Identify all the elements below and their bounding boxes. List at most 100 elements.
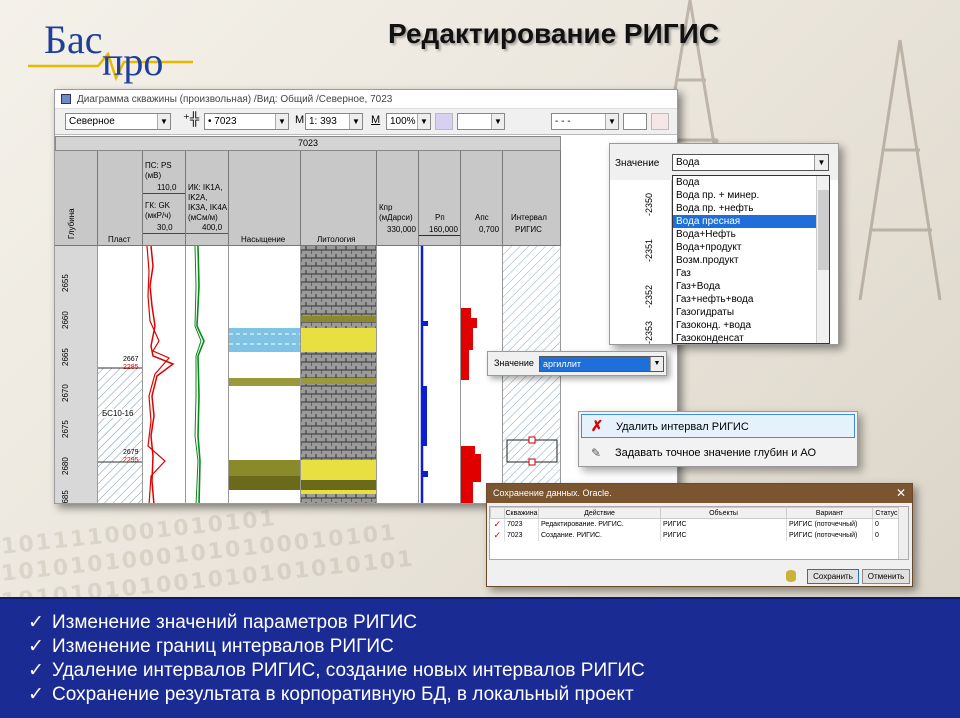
litho-value-current: аргиллит bbox=[543, 359, 581, 369]
layer-top-depth: 2667 bbox=[123, 356, 139, 363]
table-header-status[interactable]: Статус bbox=[872, 507, 901, 519]
menu-delete-rigis-interval[interactable]: ✗ Удалить интервал РИГИС bbox=[581, 414, 855, 438]
save-changes-table[interactable]: Скважина Действие Объекты Вариант Статус… bbox=[489, 506, 909, 560]
chevron-down-icon[interactable]: ▼ bbox=[814, 155, 828, 170]
option-gaz-neft-voda[interactable]: Газ+нефть+вода bbox=[673, 293, 829, 306]
option-gaz[interactable]: Газ bbox=[673, 267, 829, 280]
diagram-window-titlebar[interactable]: Диаграмма скважины (произвольная) /Вид: … bbox=[55, 90, 677, 109]
col-lithology-header[interactable]: Литология bbox=[301, 151, 377, 246]
saturation-value-dropdown-window[interactable]: Значение Вода ▼ -2350 -2351 -2352 -2353 … bbox=[609, 143, 839, 345]
bullet-text: Удаление интервалов РИГИС, создание новы… bbox=[52, 660, 645, 681]
option-voda-pr-neft[interactable]: Вода пр. +нефть bbox=[673, 202, 829, 215]
crosshair-icon[interactable]: ⁺╬ bbox=[183, 111, 199, 127]
saturation-track[interactable] bbox=[229, 246, 301, 503]
col-rp-header[interactable]: Рп 160,000 bbox=[419, 151, 461, 246]
value-select[interactable]: Вода ▼ bbox=[672, 154, 829, 171]
option-voda-presnaya[interactable]: Вода пресная bbox=[673, 215, 829, 228]
row-checkbox[interactable]: ✓ bbox=[490, 530, 505, 541]
rp-scale: 160,000 bbox=[429, 225, 458, 234]
option-voda-neft[interactable]: Вода+Нефть bbox=[673, 228, 829, 241]
rigis-context-menu[interactable]: ✗ Удалить интервал РИГИС ✎ Задавать точн… bbox=[578, 411, 858, 467]
zoom-label: M bbox=[371, 114, 381, 126]
field-select[interactable]: Северное ▼ bbox=[65, 113, 171, 130]
cell-objects: РИГИС bbox=[660, 518, 787, 530]
color-box[interactable] bbox=[623, 113, 647, 130]
col-aps-header[interactable]: Апс 0,700 bbox=[461, 151, 503, 246]
saturation-header-label: Насыщение bbox=[241, 235, 286, 244]
ik-track[interactable] bbox=[186, 246, 229, 503]
diagram-toolbar: Северное ▼ ⁺╬ • 7023 ▼ M 1: 393 ▼ M 100%… bbox=[55, 109, 677, 135]
table-header-objects[interactable]: Объекты bbox=[660, 507, 787, 519]
options-scrollbar[interactable] bbox=[816, 176, 829, 343]
lithology-value-popup[interactable]: Значение аргиллит ▼ bbox=[487, 351, 667, 376]
table-scrollbar[interactable] bbox=[898, 507, 908, 559]
chevron-down-icon[interactable]: ▼ bbox=[275, 114, 288, 129]
depth-tick-2670: 2670 bbox=[61, 384, 70, 402]
slide-title: Редактирование РИГИС bbox=[388, 18, 719, 49]
track-settings-icon[interactable] bbox=[435, 113, 453, 130]
table-header-check bbox=[490, 507, 505, 519]
depth-tick-2665: 2665 bbox=[61, 348, 70, 366]
layer-track[interactable]: 2667 2285 БС10-16 2679 2295 bbox=[98, 246, 143, 503]
layer-top-abs: 2285 bbox=[123, 364, 139, 371]
cell-action: Редактирование. РИГИС. bbox=[538, 518, 661, 530]
table-header-action[interactable]: Действие bbox=[538, 507, 661, 519]
option-gazokondensat[interactable]: Газоконденсат bbox=[673, 332, 829, 343]
table-row[interactable]: ✓ 7023 Редактирование. РИГИС. РИГИС РИГИ… bbox=[490, 518, 901, 530]
col-saturation-header[interactable]: Насыщение bbox=[229, 151, 301, 246]
bullet-text: Сохранение результата в корпоративную БД… bbox=[52, 684, 634, 705]
value-options-list[interactable]: Вода Вода пр. + минер. Вода пр. +нефть В… bbox=[672, 175, 830, 344]
bullet-text: Изменение границ интервалов РИГИС bbox=[52, 636, 394, 657]
delete-x-icon: ✗ bbox=[590, 418, 604, 435]
depth-tick-2655: 2655 bbox=[61, 274, 70, 292]
save-dialog-titlebar[interactable]: Сохранение данных. Oracle. ✕ bbox=[487, 484, 912, 503]
table-header-variant[interactable]: Вариант bbox=[786, 507, 873, 519]
well-select[interactable]: • 7023 ▼ bbox=[204, 113, 289, 130]
kpr-track[interactable] bbox=[377, 246, 419, 503]
kpr-label: Кпр bbox=[379, 203, 393, 212]
col-ps-gk-header[interactable]: ПС: PS (мВ) 110,0 ГК: GK (мкР/ч) 30,0 bbox=[143, 151, 186, 246]
option-gazokond-voda[interactable]: Газоконд. +вода bbox=[673, 319, 829, 332]
chevron-down-icon[interactable]: ▼ bbox=[650, 357, 663, 371]
col-ik-header[interactable]: ИК: IK1A, IK2A, IK3A, IK4A (мСм/м) 400,0 bbox=[186, 151, 229, 246]
chevron-down-icon[interactable]: ▼ bbox=[605, 114, 618, 129]
option-gazogidraty[interactable]: Газогидраты bbox=[673, 306, 829, 319]
chevron-down-icon[interactable]: ▼ bbox=[417, 114, 430, 129]
cell-status: 0 bbox=[872, 518, 901, 530]
save-button[interactable]: Сохранить bbox=[807, 569, 859, 584]
col-kpr-header[interactable]: Кпр (мДарси) 330,000 bbox=[377, 151, 419, 246]
litho-value-select[interactable]: аргиллит ▼ bbox=[539, 356, 664, 372]
print-icon[interactable] bbox=[651, 113, 669, 130]
gk-scale-line bbox=[143, 233, 185, 234]
scrollbar-thumb[interactable] bbox=[818, 190, 829, 270]
rp-track[interactable] bbox=[419, 246, 461, 503]
option-voda-pr-miner[interactable]: Вода пр. + минер. bbox=[673, 189, 829, 202]
option-voda[interactable]: Вода bbox=[673, 176, 829, 189]
col-depth-header[interactable]: Глубина bbox=[55, 151, 98, 246]
depth-track[interactable]: 2655 2660 2665 2670 2675 2680 2685 bbox=[55, 246, 98, 503]
menu-set-depth-label: Задавать точное значение глубин и АО bbox=[615, 447, 817, 459]
save-data-dialog[interactable]: Сохранение данных. Oracle. ✕ Скважина Де… bbox=[486, 483, 913, 587]
close-icon[interactable]: ✕ bbox=[896, 484, 906, 503]
field-select-value: Северное bbox=[69, 116, 115, 127]
option-vozm-produkt[interactable]: Возм.продукт bbox=[673, 254, 829, 267]
ps-gk-track[interactable] bbox=[143, 246, 186, 503]
table-header-well[interactable]: Скважина bbox=[504, 507, 539, 519]
col-rigis-header[interactable]: Интервал РИГИС bbox=[503, 151, 561, 246]
chevron-down-icon[interactable]: ▼ bbox=[349, 114, 362, 129]
menu-set-exact-depth[interactable]: ✎ Задавать точное значение глубин и АО bbox=[581, 441, 855, 465]
ps-scale: 110,0 bbox=[157, 183, 177, 192]
extra-select[interactable]: ▼ bbox=[457, 113, 505, 130]
option-gaz-voda[interactable]: Газ+Вода bbox=[673, 280, 829, 293]
zoom-select[interactable]: 100% ▼ bbox=[386, 113, 431, 130]
lithology-track[interactable] bbox=[301, 246, 377, 503]
table-row[interactable]: ✓ 7023 Создание. РИГИС. РИГИС РИГИС (пот… bbox=[490, 530, 901, 541]
row-checkbox[interactable]: ✓ bbox=[490, 518, 505, 530]
col-layer-header[interactable]: Пласт bbox=[98, 151, 143, 246]
line-style-select[interactable]: - - - ▼ bbox=[551, 113, 619, 130]
cancel-button[interactable]: Отменить bbox=[862, 569, 910, 584]
chevron-down-icon[interactable]: ▼ bbox=[491, 114, 504, 129]
scale-select[interactable]: 1: 393 ▼ bbox=[305, 113, 363, 130]
option-voda-produkt[interactable]: Вода+продукт bbox=[673, 241, 829, 254]
chevron-down-icon[interactable]: ▼ bbox=[157, 114, 170, 129]
